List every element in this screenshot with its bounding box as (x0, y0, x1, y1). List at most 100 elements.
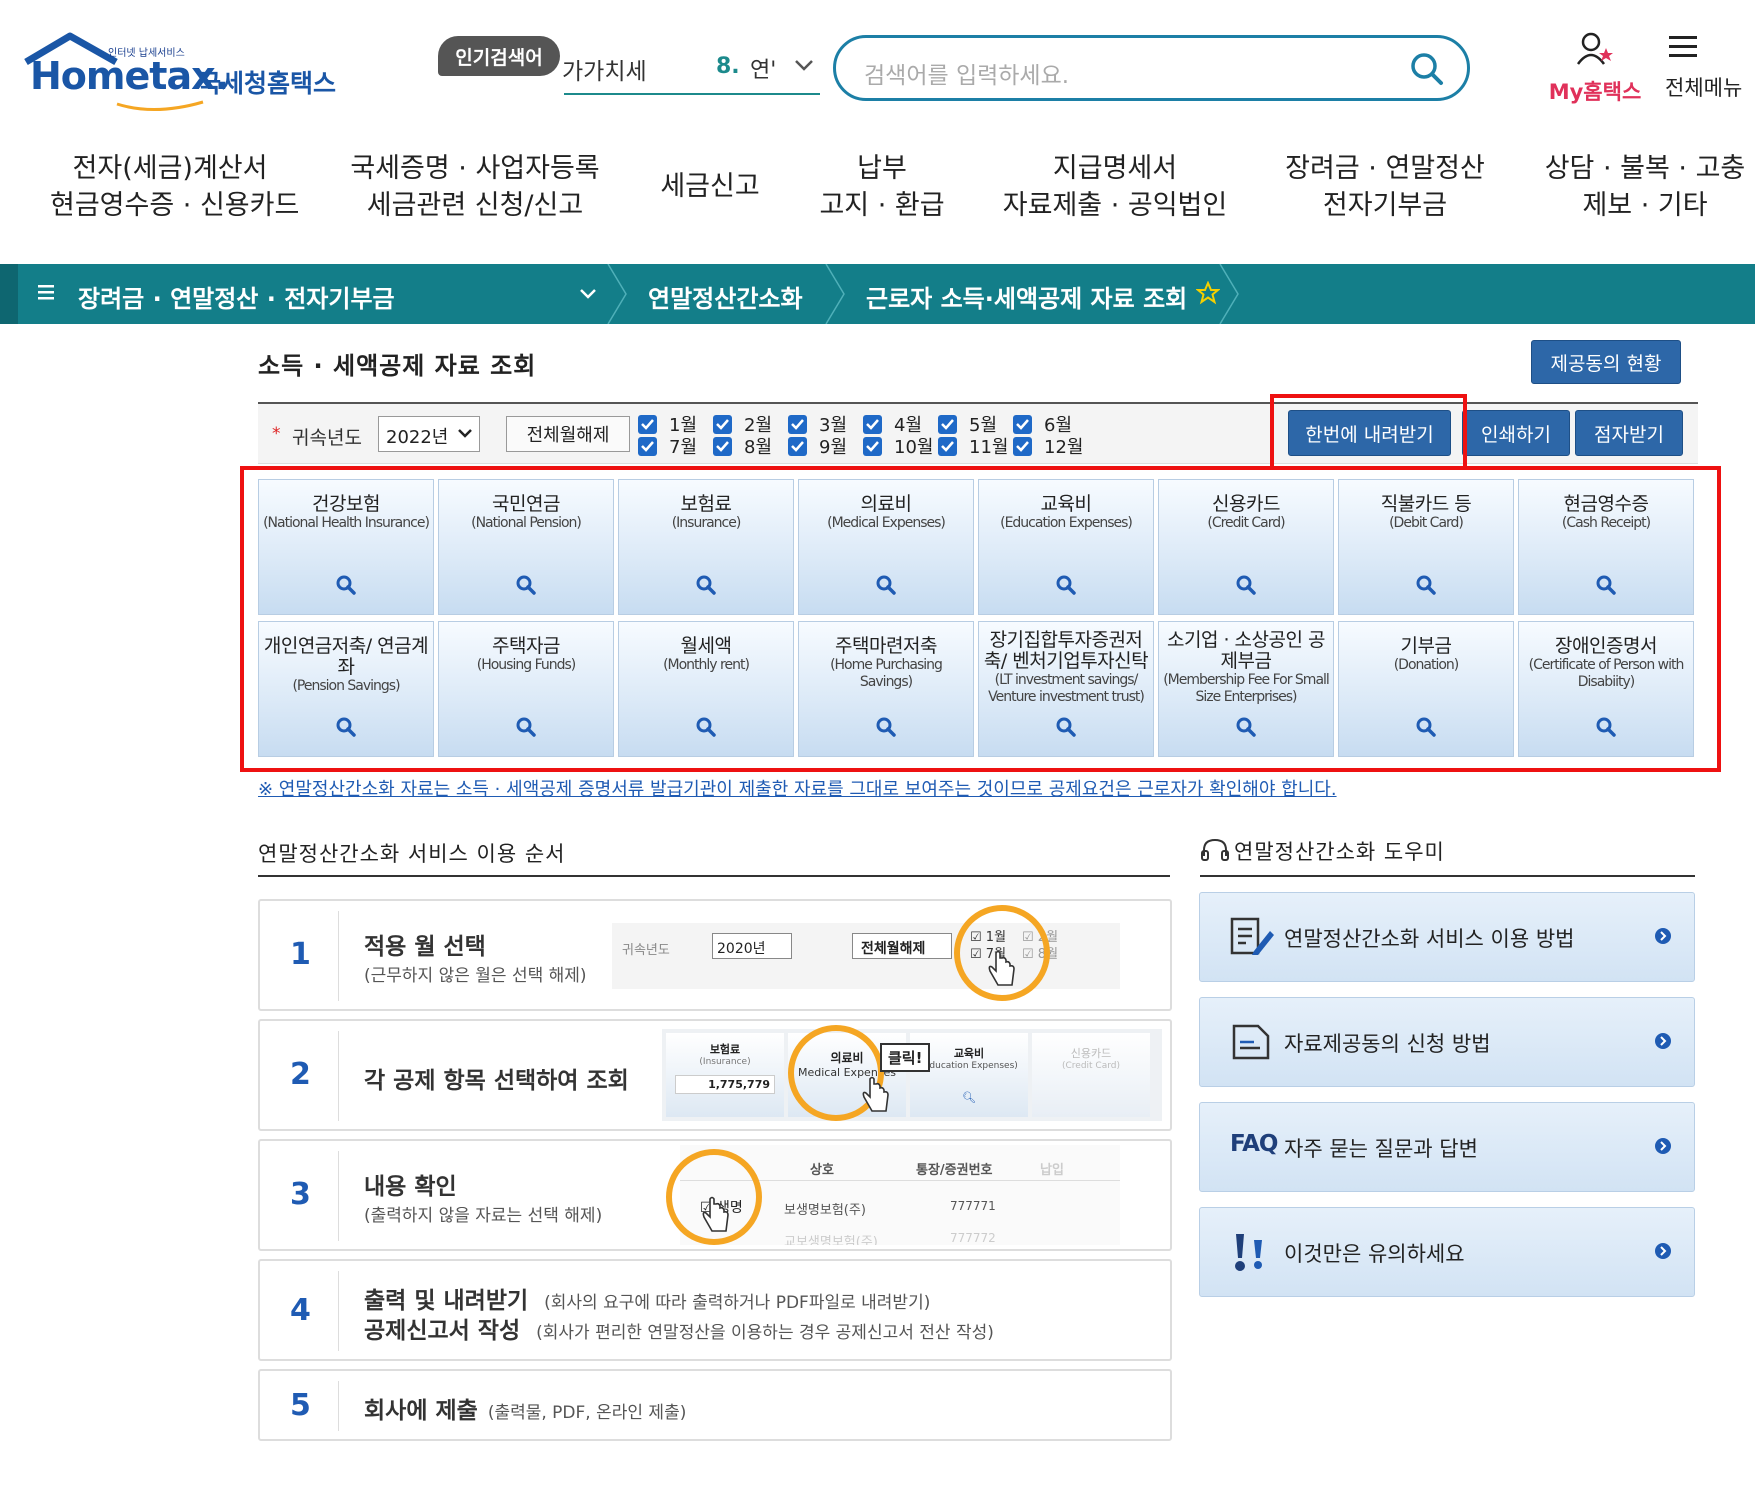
gnb-item-certificate[interactable]: 국세증명 · 사업자등록 세금관련 신청/신고 (350, 150, 600, 224)
preview-row-no: 777771 (950, 1199, 996, 1213)
help-item-faq[interactable]: FAQ 자주 묻는 질문과 답변 (1199, 1102, 1695, 1192)
page-title: 소득 · 세액공제 자료 조회 (258, 352, 537, 380)
my-hometax-button[interactable]: My홈택스 (1540, 32, 1650, 106)
divider (258, 875, 1170, 877)
checkbox-checked-icon[interactable] (1013, 436, 1032, 456)
star-icon[interactable] (1196, 281, 1220, 305)
all-menu-button[interactable]: 전체메뉴 (1665, 32, 1755, 102)
checkbox-checked-icon[interactable] (788, 436, 807, 456)
month-checkbox-11[interactable]: 11월 (938, 436, 1008, 458)
help-item-consent[interactable]: 자료제공동의 신청 방법 (1199, 997, 1695, 1087)
checkbox-checked-icon[interactable] (938, 436, 957, 456)
month-checkbox-8[interactable]: 8월 (713, 436, 773, 458)
checkbox-checked-icon[interactable] (638, 436, 657, 456)
preview-row-company: 교보생명보험(주) (784, 1235, 878, 1245)
document-icon (1232, 1024, 1270, 1060)
chevron-down-icon[interactable] (794, 58, 814, 72)
year-select-value: 2022년 (386, 427, 449, 448)
breadcrumb-level3: 근로자 소득·세액공제 자료 조회 (866, 285, 1188, 313)
help-item-label: 자주 묻는 질문과 답변 (1284, 1137, 1478, 1161)
chevron-down-icon[interactable] (578, 286, 598, 302)
consent-status-button[interactable]: 제공동의 현황 (1531, 340, 1681, 384)
preview-tile: 신용카드 (Credit Card) (1032, 1033, 1150, 1117)
month-checkbox-5[interactable]: 5월 (938, 414, 997, 436)
step-title: 각 공제 항목 선택하여 조회 (364, 1068, 629, 1094)
preview-col: 통장/증권번호 (916, 1163, 993, 1178)
clear-all-months-button[interactable]: 전체월해제 (506, 416, 630, 452)
divider (338, 911, 339, 1001)
gnb-item-year-end[interactable]: 장려금 · 연말정산 전자기부금 (1285, 150, 1485, 224)
month-checkbox-9[interactable]: 9월 (788, 436, 847, 458)
main-navigation: 전자(세금)계산서 현금영수증 · 신용카드 국세증명 · 사업자등록 세금관련 신… (0, 150, 1755, 240)
gnb-item-consult[interactable]: 상담 · 불복 · 고충 제보 · 기타 (1540, 150, 1750, 224)
help-section-title: 연말정산간소화 도우미 (1200, 836, 1445, 866)
step-subtitle: (출력하지 않을 자료는 선택 해제) (364, 1206, 603, 1226)
gnb-item-tax-filing[interactable]: 세금신고 (650, 168, 770, 205)
gnb-item-payment[interactable]: 납부 고지 · 환급 (812, 150, 952, 224)
help-item-label: 자료제공동의 신청 방법 (1284, 1032, 1491, 1056)
step-title: 내용 확인 (364, 1174, 457, 1200)
notice-link[interactable]: ※ 연말정산간소화 자료는 소득 · 세액공제 증명서류 발급기관이 제출한 자… (258, 775, 1337, 801)
highlight-box (1270, 394, 1467, 470)
preview-tile-en: (Insurance) (699, 1057, 751, 1067)
braille-button[interactable]: 점자받기 (1575, 410, 1683, 456)
step-note: (회사의 요구에 따라 출력하거나 PDF파일로 내려받기) (544, 1293, 931, 1313)
checkbox-checked-icon[interactable] (938, 414, 957, 434)
gnb-item-statement[interactable]: 지급명세서 자료제출 · 공익법인 (1000, 150, 1230, 224)
month-checkbox-4[interactable]: 4월 (863, 414, 922, 436)
step-3: 3 내용 확인 (출력하지 않을 자료는 선택 해제) 상호 통장/증권번호 납… (258, 1139, 1172, 1251)
month-checkboxes: 1월 2월 3월 4월 5월 6월 7월 8월 9월 10월 11월 12월 (638, 414, 1088, 458)
breadcrumb-level1[interactable]: 장려금 · 연말정산 · 전자기부금 (78, 279, 395, 314)
gnb-label: 전자기부금 (1322, 190, 1448, 221)
month-label: 8월 (744, 437, 773, 458)
breadcrumb-strip (0, 264, 18, 324)
popular-search-rank-term[interactable]: 연' (750, 52, 776, 84)
month-label: 12월 (1044, 437, 1084, 458)
month-checkbox-10[interactable]: 10월 (863, 436, 933, 458)
menu-icon[interactable] (38, 282, 58, 302)
arrow-circle-icon (1655, 1138, 1671, 1154)
help-title-text: 연말정산간소화 도우미 (1234, 840, 1445, 864)
gnb-item-e-invoice[interactable]: 전자(세금)계산서 현금영수증 · 신용카드 (50, 150, 299, 224)
help-item-usage[interactable]: 연말정산간소화 서비스 이용 방법 (1199, 892, 1695, 982)
checkbox-checked-icon[interactable] (638, 414, 657, 434)
preview-tile-value: 1,775,779 (675, 1075, 775, 1094)
help-item-caution[interactable]: 이것만은 유의하세요 (1199, 1207, 1695, 1297)
search-input[interactable]: 검색어를 입력하세요. (864, 56, 1069, 90)
step-title-2: 공제신고서 작성 (회사가 편리한 연말정산을 이용하는 경우 공제신고서 전산 … (364, 1311, 994, 1345)
preview-tile-label: 신용카드 (1070, 1047, 1112, 1060)
checkbox-checked-icon[interactable] (713, 436, 732, 456)
popular-search-term[interactable]: 가가치세 (562, 52, 647, 86)
my-hometax-label: My홈택스 (1548, 80, 1642, 104)
preview-clear-all: 전체월해제 (852, 933, 952, 959)
preview-tile: 보험료 (Insurance) 1,775,779 (666, 1033, 784, 1117)
checkbox-checked-icon[interactable] (1013, 414, 1032, 434)
faq-icon: FAQ (1230, 1131, 1278, 1157)
preview-row-company: 보생명보험(주) (784, 1203, 866, 1218)
gnb-label: 세금신고 (660, 171, 760, 202)
print-button[interactable]: 인쇄하기 (1462, 410, 1570, 456)
step-1: 1 적용 월 선택 (근무하지 않은 월은 선택 해제) 귀속년도 2020년 … (258, 899, 1172, 1011)
step-number: 4 (290, 1293, 311, 1328)
month-checkbox-3[interactable]: 3월 (788, 414, 847, 436)
month-checkbox-2[interactable]: 2월 (713, 414, 772, 436)
hand-cursor-icon (702, 1196, 729, 1232)
preview-clear-all-label: 전체월해제 (861, 941, 926, 957)
step-number: 2 (290, 1057, 311, 1092)
breadcrumb-level2[interactable]: 연말정산간소화 (648, 279, 803, 314)
checkbox-checked-icon[interactable] (863, 436, 882, 456)
month-checkbox-1[interactable]: 1월 (638, 414, 697, 436)
month-checkbox-12[interactable]: 12월 (1013, 436, 1084, 458)
help-item-label: 이것만은 유의하세요 (1284, 1242, 1465, 1266)
year-select[interactable]: 2022년 (378, 416, 480, 452)
step-subtitle: (근무하지 않은 월은 선택 해제) (364, 966, 587, 986)
month-checkbox-7[interactable]: 7월 (638, 436, 697, 458)
checkbox-checked-icon[interactable] (713, 414, 732, 434)
search-box[interactable]: 검색어를 입력하세요. (833, 35, 1470, 101)
checkbox-checked-icon[interactable] (863, 414, 882, 434)
month-checkbox-6[interactable]: 6월 (1013, 414, 1072, 436)
search-icon[interactable] (1409, 51, 1445, 87)
hometax-logo[interactable]: 인터넷 납세서비스 Hometax. 국세청홈택스 (20, 30, 350, 111)
checkbox-checked-icon[interactable] (788, 414, 807, 434)
gnb-label: 세금관련 신청/신고 (366, 190, 584, 221)
